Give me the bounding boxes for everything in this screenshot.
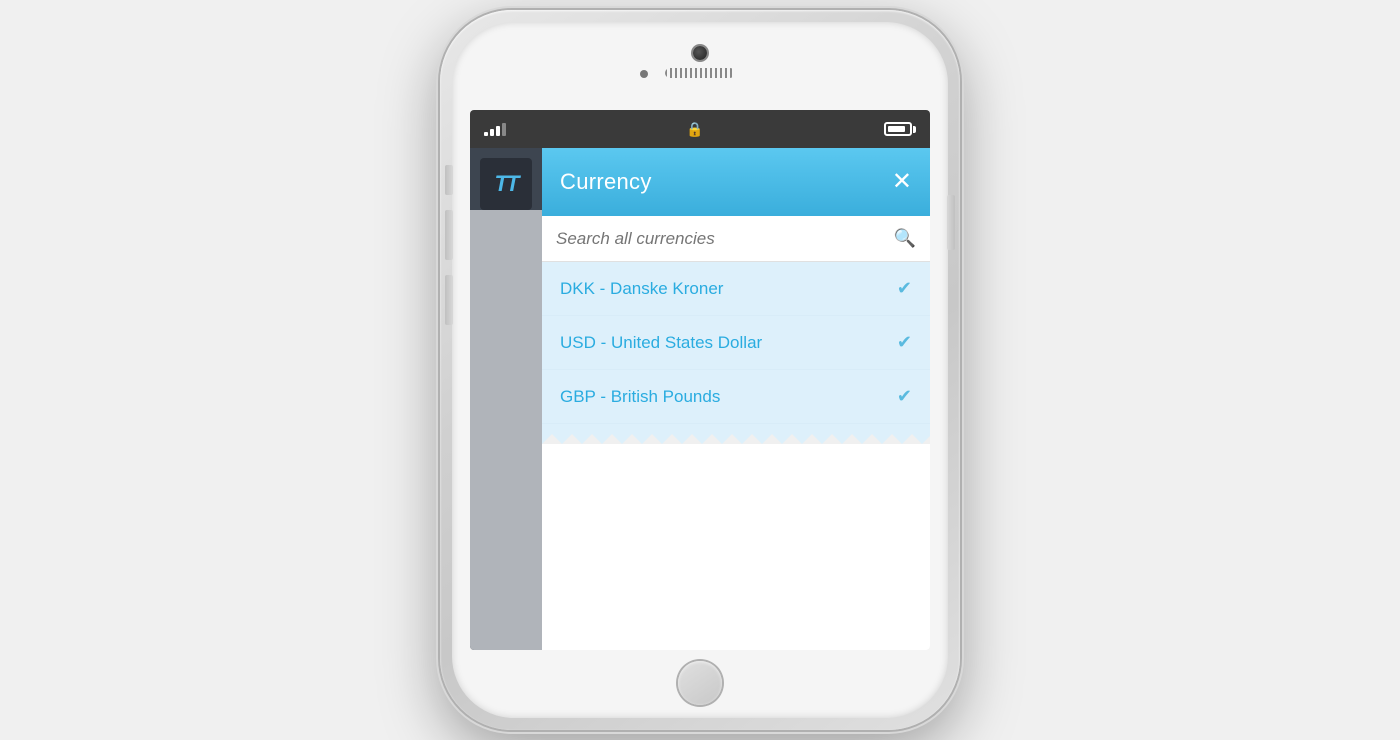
front-sensor (640, 70, 648, 78)
home-button[interactable] (678, 661, 722, 705)
signal-bar-2 (490, 129, 494, 136)
sidebar-gray-area (470, 210, 542, 650)
check-icon-usd: ✔ (897, 332, 912, 353)
search-area: 🔍 (542, 216, 930, 262)
header-title: Currency (560, 169, 652, 195)
status-bar: 🔒 (470, 110, 930, 148)
check-icon-gbp: ✔ (897, 386, 912, 407)
battery-tip (913, 126, 916, 133)
check-icon-dkk: ✔ (897, 278, 912, 299)
list-bottom-decoration (542, 424, 930, 444)
signal-icon (484, 123, 506, 136)
currency-label-dkk: DKK - Danske Kroner (560, 279, 723, 299)
currency-label-gbp: GBP - British Pounds (560, 387, 720, 407)
phone-screen: 🔒 TT Currency ✕ (470, 110, 930, 650)
signal-bar-4 (502, 123, 506, 136)
currency-label-usd: USD - United States Dollar (560, 333, 762, 353)
search-icon: 🔍 (894, 228, 916, 249)
app-sidebar: TT (470, 148, 542, 650)
logo-text: TT (495, 171, 518, 197)
sidebar-logo: TT (480, 158, 532, 210)
currency-item-gbp[interactable]: GBP - British Pounds ✔ (542, 370, 930, 424)
app-header: Currency ✕ (542, 148, 930, 216)
battery-icon (884, 122, 916, 136)
volume-up-button[interactable] (445, 210, 453, 260)
close-button[interactable]: ✕ (892, 170, 912, 194)
app-content: TT Currency ✕ 🔍 DKK (470, 148, 930, 650)
speaker (665, 68, 735, 78)
battery-body (884, 122, 912, 136)
search-input[interactable] (556, 229, 886, 249)
zigzag-svg (542, 424, 930, 444)
app-main: Currency ✕ 🔍 DKK - Danske Kroner ✔ USD - (542, 148, 930, 650)
battery-fill (888, 126, 905, 132)
signal-bar-1 (484, 132, 488, 136)
volume-down-button[interactable] (445, 275, 453, 325)
camera (693, 46, 707, 60)
currency-item-usd[interactable]: USD - United States Dollar ✔ (542, 316, 930, 370)
signal-bar-3 (496, 126, 500, 136)
currency-list: DKK - Danske Kroner ✔ USD - United State… (542, 262, 930, 650)
power-button[interactable] (947, 195, 955, 250)
mute-button[interactable] (445, 165, 453, 195)
currency-item-dkk[interactable]: DKK - Danske Kroner ✔ (542, 262, 930, 316)
lock-icon: 🔒 (686, 121, 703, 138)
phone-device: 🔒 TT Currency ✕ (440, 10, 960, 730)
